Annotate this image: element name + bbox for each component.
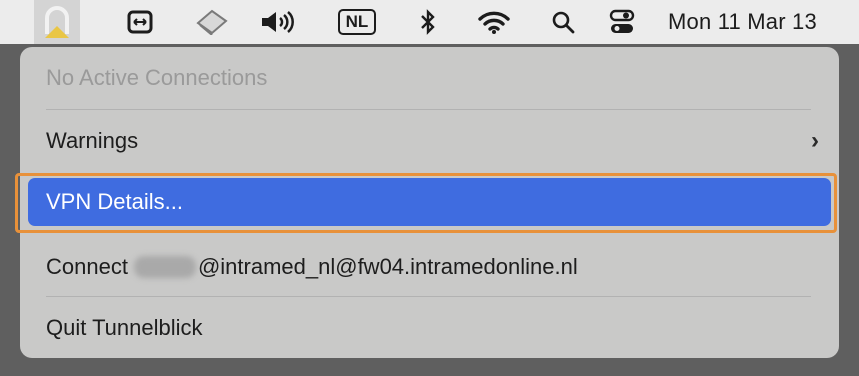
spotlight-search-icon[interactable] — [546, 0, 580, 44]
wifi-icon[interactable] — [474, 0, 514, 44]
connect-target: @intramed_nl@fw04.intramedonline.nl — [197, 254, 578, 279]
connect-prefix: Connect — [46, 254, 128, 279]
menu-item-warnings[interactable]: Warnings › — [28, 115, 831, 167]
menu-item-status: No Active Connections — [46, 65, 268, 90]
menu-item-connect[interactable]: Connect @intramed_nl@fw04.intramedonline… — [28, 241, 831, 293]
menu-separator — [46, 296, 811, 297]
menu-bar: NL Mon 11 Mar 13 — [0, 0, 859, 44]
scanner-icon[interactable] — [190, 0, 234, 44]
menu-separator — [46, 109, 811, 110]
bluetooth-icon[interactable] — [414, 0, 442, 44]
screen-mirror-icon[interactable] — [122, 0, 158, 44]
tunnelblick-menu: No Active Connections Warnings › VPN Det… — [15, 47, 839, 358]
menubar-clock[interactable]: Mon 11 Mar 13 — [668, 0, 817, 44]
redacted-username — [133, 256, 196, 278]
chevron-right-icon: › — [811, 127, 819, 154]
control-center-icon[interactable] — [604, 0, 640, 44]
menu-item-quit[interactable]: Quit Tunnelblick — [28, 302, 831, 354]
keyboard-layout-icon[interactable]: NL — [334, 0, 380, 44]
tunnelblick-icon[interactable] — [34, 0, 80, 44]
menu-item-vpn-details[interactable]: VPN Details... — [28, 178, 831, 226]
tunnelblick-icon-glyph — [45, 6, 69, 38]
volume-icon[interactable] — [256, 0, 302, 44]
menu-item-warnings-label: Warnings — [46, 128, 139, 153]
keyboard-layout-label: NL — [337, 9, 377, 35]
